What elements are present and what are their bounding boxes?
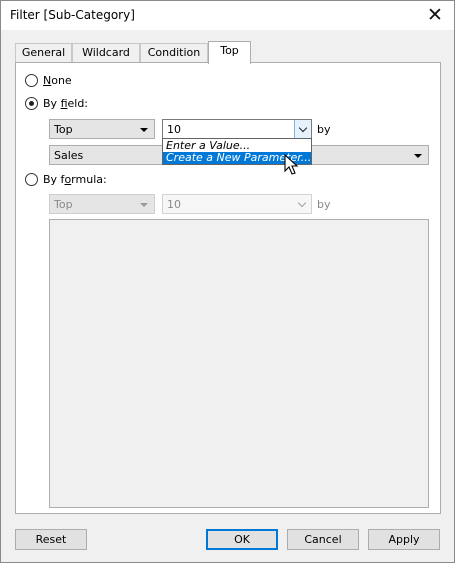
count-combo[interactable]: 10 [162, 119, 312, 139]
dialog-title: Filter [Sub-Category] [10, 8, 135, 22]
cancel-button[interactable]: Cancel [287, 529, 359, 550]
close-icon[interactable]: ✕ [420, 2, 450, 28]
tab-top[interactable]: Top [208, 41, 251, 64]
by-field-radio[interactable] [25, 97, 38, 110]
title-bar: Filter [Sub-Category] ✕ [1, 1, 454, 30]
chevron-down-icon [140, 203, 148, 207]
by-formula-label: By formula: [43, 173, 107, 186]
top-bottom-select[interactable]: Top [49, 119, 155, 139]
formula-top-bottom-select[interactable]: Top [49, 194, 155, 214]
top-bottom-value: Top [54, 123, 73, 136]
chevron-down-icon [298, 123, 308, 133]
chevron-down-icon [140, 128, 148, 132]
formula-by-label: by [317, 198, 331, 211]
reset-button[interactable]: Reset [15, 529, 87, 550]
dropdown-item-enter-value[interactable]: Enter a Value... [163, 140, 311, 152]
none-label: None [43, 74, 72, 87]
formula-count-value: 10 [167, 198, 181, 211]
apply-button[interactable]: Apply [368, 529, 440, 550]
none-radio[interactable] [25, 74, 38, 87]
formula-count-dropdown-button[interactable] [294, 195, 311, 213]
formula-top-bottom-value: Top [54, 198, 73, 211]
count-dropdown-button[interactable] [294, 120, 311, 138]
chevron-down-icon [414, 154, 422, 158]
by-label: by [317, 123, 331, 136]
formula-count-combo[interactable]: 10 [162, 194, 312, 214]
tab-wildcard[interactable]: Wildcard [72, 43, 140, 63]
mouse-cursor-icon [284, 154, 299, 175]
chevron-down-icon [297, 198, 307, 208]
field-value: Sales [54, 149, 84, 162]
tab-condition[interactable]: Condition [140, 43, 208, 63]
by-field-label: By field: [43, 97, 89, 110]
by-formula-radio[interactable] [25, 173, 38, 186]
ok-button[interactable]: OK [206, 529, 278, 550]
tab-general[interactable]: General [15, 43, 72, 63]
filter-dialog: Filter [Sub-Category] ✕ General Wildcard… [0, 0, 455, 563]
formula-editor[interactable] [49, 219, 429, 508]
count-value: 10 [167, 123, 181, 136]
